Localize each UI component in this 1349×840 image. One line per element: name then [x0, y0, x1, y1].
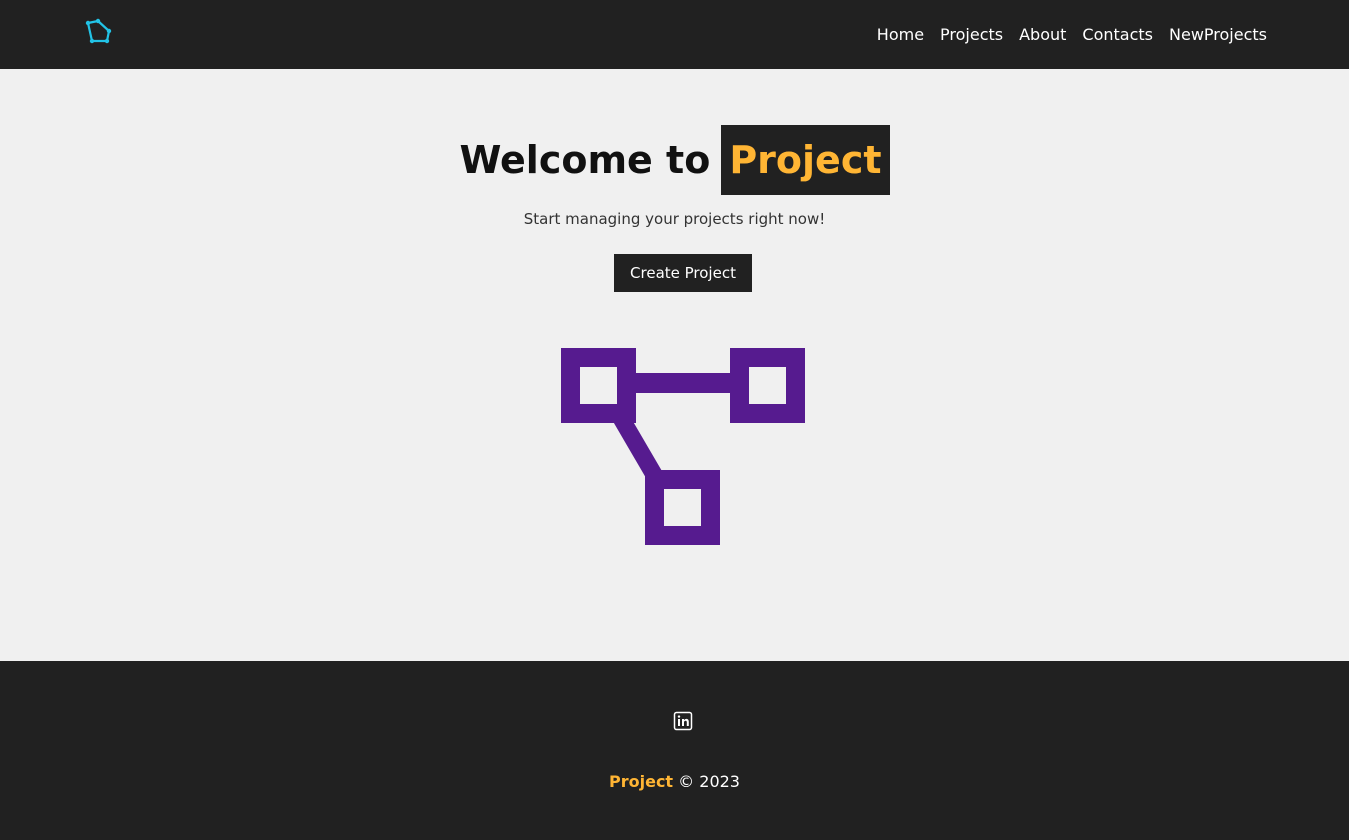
- nav-link-about[interactable]: About: [1019, 25, 1066, 44]
- hero-title: Welcome to Project: [0, 125, 1349, 195]
- project-network-icon: [561, 348, 805, 545]
- footer-brand: Project: [609, 772, 674, 791]
- nav-links: Home Projects About Contacts NewProjects: [877, 0, 1267, 69]
- navbar: Home Projects About Contacts NewProjects: [0, 0, 1349, 69]
- nav-link-home[interactable]: Home: [877, 25, 924, 44]
- hero-title-prefix: Welcome to: [459, 138, 711, 182]
- footer: Project © 2023: [0, 661, 1349, 840]
- copyright-text: © 2023: [678, 772, 740, 791]
- hero-subtitle: Start managing your projects right now!: [523, 210, 826, 228]
- nav-link-newprojects[interactable]: NewProjects: [1169, 25, 1267, 44]
- nav-link-contacts[interactable]: Contacts: [1082, 25, 1153, 44]
- hero-section: Welcome to Project Start managing your p…: [0, 69, 1349, 661]
- nav-link-projects[interactable]: Projects: [940, 25, 1003, 44]
- network-logo-icon[interactable]: [84, 18, 114, 46]
- page: Home Projects About Contacts NewProjects…: [0, 0, 1349, 840]
- copyright: Project © 2023: [0, 772, 1349, 791]
- hero-title-highlight: Project: [721, 125, 890, 195]
- create-project-button[interactable]: Create Project: [614, 254, 752, 292]
- linkedin-icon[interactable]: [673, 711, 693, 731]
